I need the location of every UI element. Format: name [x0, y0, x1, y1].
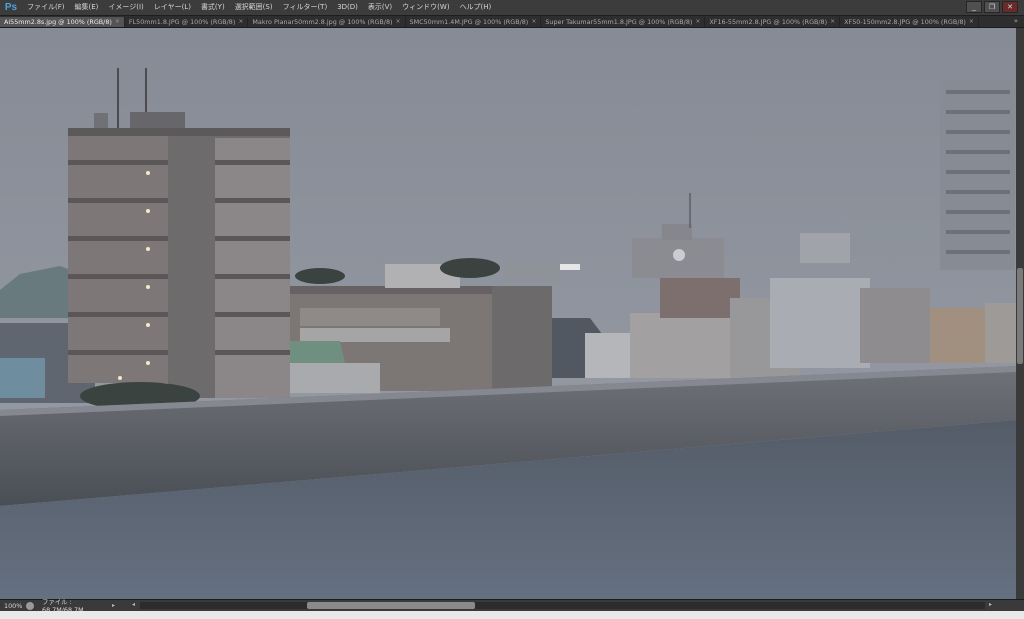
status-menu-arrow-icon[interactable]: ▸ [112, 602, 120, 609]
tab-close-icon[interactable]: × [969, 17, 974, 27]
menu-filter[interactable]: フィルター(T) [278, 0, 333, 15]
menu-window[interactable]: ウィンドウ(W) [397, 0, 454, 15]
tab-overflow-icon[interactable]: » [1014, 17, 1018, 25]
tab-close-icon[interactable]: × [830, 17, 835, 27]
horizontal-scrollbar[interactable] [140, 602, 985, 609]
document-tab[interactable]: Ai55mm2.8s.jpg @ 100% (RGB/8) × [0, 17, 125, 27]
menu-bar: Ps ファイル(F) 編集(E) イメージ(I) レイヤー(L) 書式(Y) 選… [0, 0, 1024, 16]
status-bar: 100% ファイル : 68.7M/68.7M ▸ ◂ ▸ [0, 598, 1024, 614]
tab-label: XF50-150mm2.8.JPG @ 100% (RGB/8) [844, 18, 966, 26]
document-tab[interactable]: SMC50mm1.4M.JPG @ 100% (RGB/8) × [406, 17, 542, 27]
menu-3d[interactable]: 3D(D) [332, 0, 363, 15]
photoshop-logo-icon: Ps [4, 2, 18, 13]
menu-edit[interactable]: 編集(E) [70, 0, 104, 15]
taskbar-edge [0, 611, 1024, 619]
image-canvas[interactable] [0, 28, 1016, 599]
photo-riverside-town [0, 28, 1016, 599]
tab-label: Ai55mm2.8s.jpg @ 100% (RGB/8) [4, 18, 112, 26]
document-tab[interactable]: Makro Planar50mm2.8.jpg @ 100% (RGB/8) × [248, 17, 406, 27]
vertical-scroll-thumb[interactable] [1017, 268, 1023, 364]
zoom-level[interactable]: 100% [0, 602, 26, 610]
tab-close-icon[interactable]: × [115, 17, 120, 27]
minimize-button[interactable]: _ [966, 1, 982, 13]
tab-close-icon[interactable]: × [531, 17, 536, 27]
menu-layer[interactable]: レイヤー(L) [149, 0, 196, 15]
scroll-right-icon[interactable]: ▸ [989, 601, 992, 608]
tab-close-icon[interactable]: × [396, 17, 401, 27]
menu-image[interactable]: イメージ(I) [103, 0, 148, 15]
restore-button[interactable]: ❐ [984, 1, 1000, 13]
tab-label: Makro Planar50mm2.8.jpg @ 100% (RGB/8) [252, 18, 393, 26]
tab-label: SMC50mm1.4M.JPG @ 100% (RGB/8) [409, 18, 529, 26]
vertical-scrollbar[interactable] [1016, 28, 1024, 599]
document-tab-bar: Ai55mm2.8s.jpg @ 100% (RGB/8) × FL50mm1.8… [0, 16, 1024, 28]
tab-label: Super Takumar55mm1.8.JPG @ 100% (RGB/8) [545, 18, 693, 26]
tab-label: XF16-55mm2.8.JPG @ 100% (RGB/8) [709, 18, 828, 26]
tab-close-icon[interactable]: × [238, 17, 243, 27]
document-tab[interactable]: XF50-150mm2.8.JPG @ 100% (RGB/8) × [840, 17, 979, 27]
menu-file[interactable]: ファイル(F) [22, 0, 70, 15]
status-info-icon[interactable] [26, 601, 34, 610]
menu-help[interactable]: ヘルプ(H) [455, 0, 497, 15]
menu-view[interactable]: 表示(V) [363, 0, 397, 15]
document-tab[interactable]: FL50mm1.8.JPG @ 100% (RGB/8) × [125, 17, 249, 27]
tab-label: FL50mm1.8.JPG @ 100% (RGB/8) [128, 18, 236, 26]
horizontal-scroll-thumb[interactable] [307, 602, 475, 609]
tab-close-icon[interactable]: × [695, 17, 700, 27]
menu-type[interactable]: 書式(Y) [196, 0, 230, 15]
document-tab[interactable]: Super Takumar55mm1.8.JPG @ 100% (RGB/8) × [541, 17, 706, 27]
scroll-left-icon[interactable]: ◂ [132, 601, 135, 608]
document-tab[interactable]: XF16-55mm2.8.JPG @ 100% (RGB/8) × [705, 17, 841, 27]
menu-select[interactable]: 選択範囲(S) [230, 0, 278, 15]
window-controls: _ ❐ ✕ [966, 1, 1018, 13]
close-window-button[interactable]: ✕ [1002, 1, 1018, 13]
